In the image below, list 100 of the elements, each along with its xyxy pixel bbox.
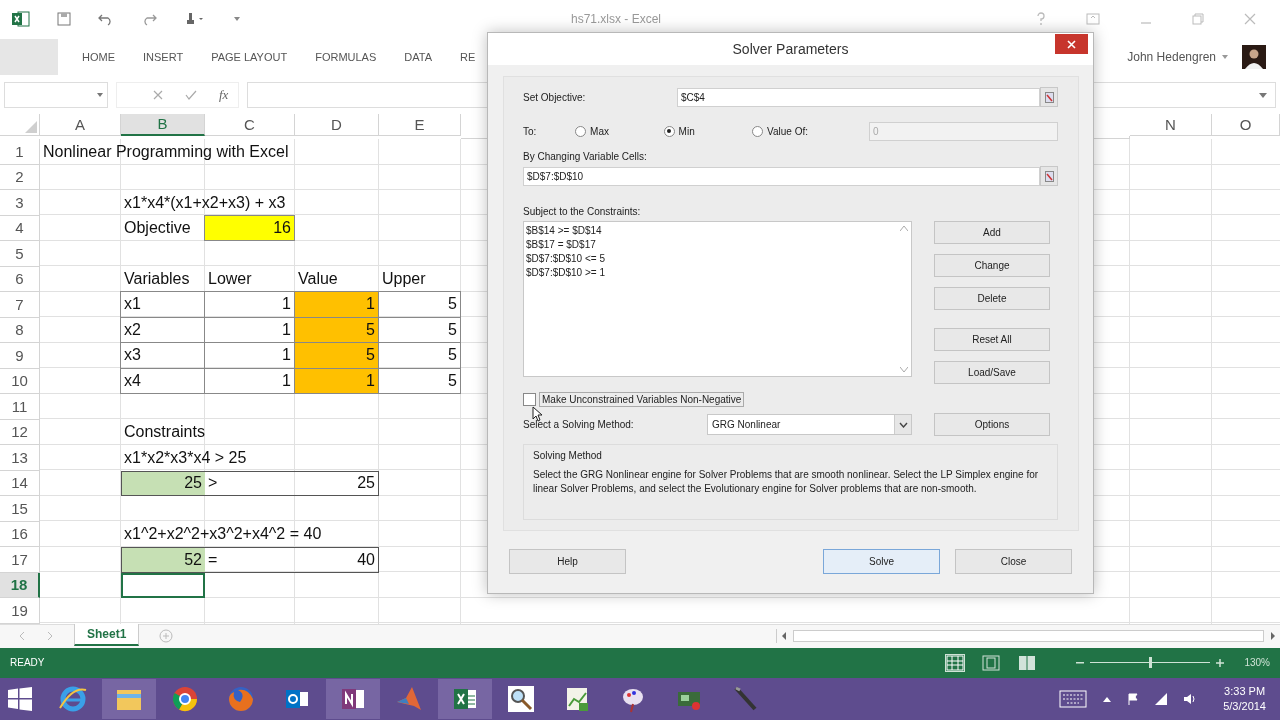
spreadsheet-cell-text: Constraints: [123, 422, 206, 443]
constraint-item[interactable]: $B$14 >= $D$14: [526, 224, 602, 238]
column-header[interactable]: D: [295, 114, 379, 136]
row-header[interactable]: 8: [0, 317, 40, 343]
enter-icon[interactable]: [185, 90, 197, 100]
clock-time[interactable]: 3:33 PM: [1224, 683, 1266, 699]
flag-icon[interactable]: [1127, 692, 1140, 705]
avatar-icon[interactable]: [1242, 45, 1266, 69]
column-header[interactable]: A: [40, 114, 121, 136]
save-icon[interactable]: [57, 12, 71, 26]
taskbar-app[interactable]: [326, 678, 380, 719]
row-header[interactable]: 1: [0, 139, 40, 165]
normal-view-icon[interactable]: [946, 654, 965, 671]
row-header[interactable]: 13: [0, 445, 40, 471]
undo-icon[interactable]: [98, 12, 114, 26]
constraint-item[interactable]: $B$17 = $D$17: [526, 238, 596, 252]
scroll-down-icon[interactable]: [900, 367, 908, 372]
zoom-in-icon[interactable]: [1216, 658, 1225, 667]
cancel-icon[interactable]: [153, 90, 163, 100]
row-header[interactable]: 12: [0, 419, 40, 445]
insert-function-button[interactable]: fx: [219, 87, 229, 103]
scroll-right-icon[interactable]: [1270, 632, 1276, 640]
close-button[interactable]: [1055, 34, 1088, 54]
row-header[interactable]: 4: [0, 215, 40, 241]
taskbar-app[interactable]: [438, 678, 492, 719]
dialog-button[interactable]: Close: [955, 549, 1072, 574]
clock-date[interactable]: 5/3/2014: [1223, 698, 1266, 714]
excel-logo-icon[interactable]: [12, 11, 30, 27]
page-break-icon[interactable]: [1018, 654, 1037, 671]
objective-field[interactable]: $C$4: [677, 87, 1040, 107]
row-header[interactable]: 16: [0, 521, 40, 547]
speaker-icon[interactable]: [1183, 692, 1198, 705]
row-header[interactable]: 5: [0, 241, 40, 267]
row-header[interactable]: 14: [0, 470, 40, 496]
zoom-thumb[interactable]: [1149, 657, 1153, 668]
hand-icon[interactable]: [184, 11, 206, 27]
windows-start-icon[interactable]: [8, 686, 32, 711]
radio-option[interactable]: Min: [663, 125, 753, 137]
spreadsheet-cell-text: Upper: [381, 269, 427, 290]
zoom-level[interactable]: 130%: [1244, 657, 1270, 668]
ribbon-tab[interactable]: DATA: [390, 42, 446, 72]
redo-icon[interactable]: [141, 12, 157, 26]
ribbon-tab[interactable]: RE: [446, 42, 490, 72]
signal-icon[interactable]: [1155, 692, 1168, 705]
checkbox[interactable]: [523, 393, 536, 406]
show-hidden-icon[interactable]: [1103, 695, 1112, 702]
column-header[interactable]: C: [205, 114, 295, 136]
options-button[interactable]: Options: [934, 413, 1050, 436]
taskbar-app[interactable]: [102, 678, 156, 719]
column-header[interactable]: N: [1130, 114, 1212, 136]
dialog-button[interactable]: Help: [509, 549, 626, 574]
zoom-out-icon[interactable]: [1076, 661, 1085, 664]
radio-button[interactable]: [752, 125, 764, 137]
ribbon-tab[interactable]: FORMULAS: [301, 42, 391, 72]
row-header[interactable]: 11: [0, 394, 40, 420]
dialog-button[interactable]: Load/Save: [934, 361, 1050, 384]
spreadsheet-cell: >: [205, 470, 295, 496]
row-header[interactable]: 2: [0, 164, 40, 190]
column-header[interactable]: E: [379, 114, 461, 136]
row-header[interactable]: 3: [0, 190, 40, 216]
ribbon-tab[interactable]: HOME: [68, 42, 129, 72]
dialog-button[interactable]: Delete: [934, 287, 1050, 310]
caret-icon[interactable]: [233, 16, 241, 22]
column-header[interactable]: O: [1212, 114, 1280, 136]
caret-icon[interactable]: [1222, 55, 1228, 59]
ribbon-tab[interactable]: INSERT: [129, 42, 198, 72]
expand-icon[interactable]: [1259, 92, 1267, 98]
row-header[interactable]: 18: [0, 572, 40, 598]
row-header[interactable]: 9: [0, 343, 40, 369]
selected-cell[interactable]: [121, 572, 205, 598]
keyboard-icon[interactable]: [1059, 689, 1088, 708]
scroll-up-icon[interactable]: [900, 226, 908, 231]
radio-option[interactable]: Max: [575, 125, 664, 137]
scroll-left-icon[interactable]: [781, 632, 787, 640]
row-header[interactable]: 15: [0, 496, 40, 522]
constraint-item[interactable]: $D$7:$D$10 <= 5: [526, 252, 605, 266]
radio-button[interactable]: [663, 125, 675, 137]
sheet-tab[interactable]: Sheet1: [74, 624, 140, 646]
row-header[interactable]: 19: [0, 598, 40, 624]
range-picker-button[interactable]: [1040, 87, 1058, 107]
dialog-button[interactable]: Reset All: [934, 328, 1050, 351]
radio-option[interactable]: Value Of:: [752, 125, 870, 137]
caret-icon[interactable]: [97, 93, 103, 97]
dialog-button[interactable]: Add: [934, 221, 1050, 244]
dialog-button[interactable]: Change: [934, 254, 1050, 277]
ribbon-tab[interactable]: PAGE LAYOUT: [197, 42, 302, 72]
user-name[interactable]: John Hedengren: [1127, 50, 1216, 64]
variable-cells-field[interactable]: $D$7:$D$10: [523, 166, 1040, 186]
row-header[interactable]: 17: [0, 547, 40, 573]
row-header[interactable]: 6: [0, 266, 40, 292]
constraints-list[interactable]: $B$14 >= $D$14 $B$17 = $D$17 $D$7:$D$10 <= 5 $D$7:$D$10 >= 1: [523, 221, 912, 377]
row-header[interactable]: 7: [0, 292, 40, 318]
row-header[interactable]: 10: [0, 368, 40, 394]
column-header[interactable]: B: [121, 114, 205, 136]
method-dropdown[interactable]: GRG Nonlinear: [707, 414, 912, 435]
range-picker-button[interactable]: [1040, 166, 1058, 186]
constraint-item[interactable]: $D$7:$D$10 >= 1: [526, 266, 605, 280]
dialog-button[interactable]: Solve: [823, 549, 940, 574]
page-layout-icon[interactable]: [982, 654, 1001, 671]
radio-button[interactable]: [575, 125, 587, 137]
